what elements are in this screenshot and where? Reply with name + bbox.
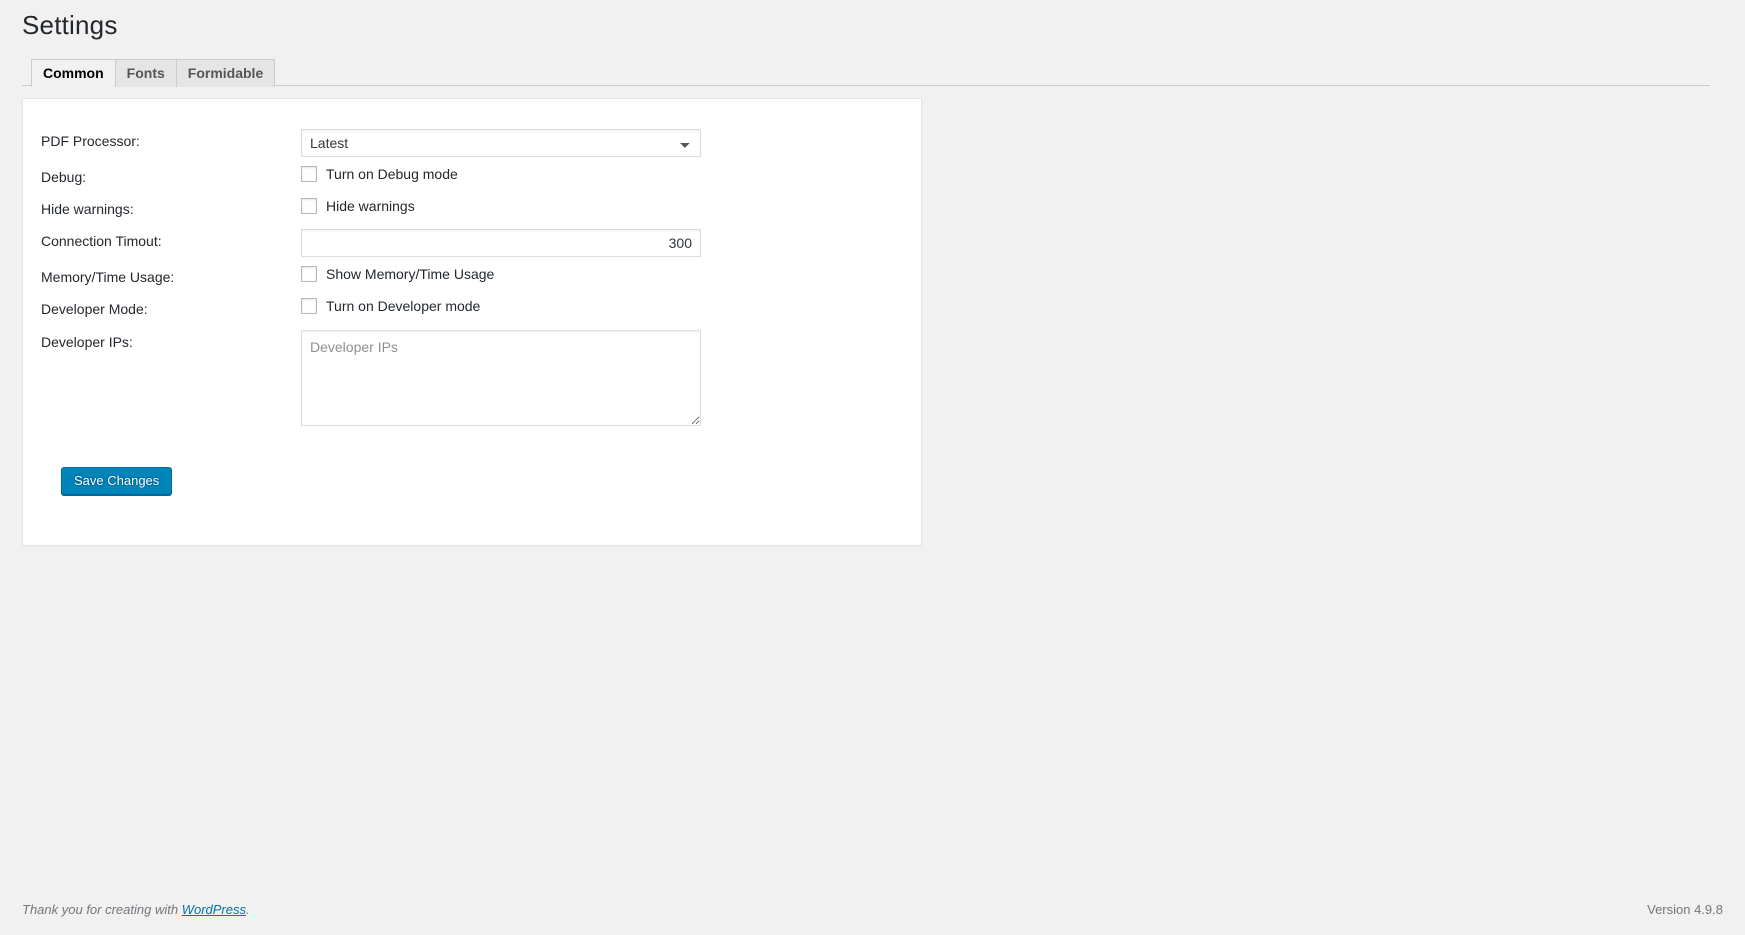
- footer-credit-suffix: .: [246, 902, 250, 917]
- label-developer-ips: Developer IPs:: [41, 333, 133, 350]
- row-connection-timeout: Connection Timout:: [41, 225, 901, 261]
- footer-credit-prefix: Thank you for creating with: [22, 902, 182, 917]
- tab-fonts[interactable]: Fonts: [114, 58, 177, 87]
- debug-checkbox-label[interactable]: Turn on Debug mode: [301, 165, 458, 183]
- label-debug: Debug:: [41, 168, 87, 185]
- wordpress-link[interactable]: WordPress: [182, 902, 246, 917]
- debug-checkbox-text: Turn on Debug mode: [326, 165, 458, 182]
- hide-warnings-checkbox[interactable]: [301, 198, 317, 215]
- memory-time-usage-checkbox-text: Show Memory/Time Usage: [326, 266, 495, 283]
- save-changes-button[interactable]: Save Changes: [61, 466, 173, 495]
- settings-form: PDF Processor: Latest Debug: Turn on Deb…: [23, 99, 921, 515]
- row-developer-mode: Developer Mode: Turn on Developer mode: [41, 293, 901, 325]
- footer-credit: Thank you for creating with WordPress.: [22, 902, 250, 917]
- developer-ips-textarea[interactable]: [301, 329, 701, 426]
- developer-mode-checkbox-text: Turn on Developer mode: [326, 298, 481, 315]
- field-developer-mode: Turn on Developer mode: [301, 293, 901, 325]
- label-pdf-processor: PDF Processor:: [41, 132, 140, 149]
- row-pdf-processor: PDF Processor: Latest: [41, 125, 901, 161]
- row-debug: Debug: Turn on Debug mode: [41, 161, 901, 193]
- settings-panel: PDF Processor: Latest Debug: Turn on Deb…: [22, 97, 922, 546]
- settings-tabs: Common Fonts Formidable: [22, 58, 1710, 87]
- row-hide-warnings: Hide warnings: Hide warnings: [41, 193, 901, 225]
- page-title: Settings: [22, 10, 118, 40]
- settings-form-table: PDF Processor: Latest Debug: Turn on Deb…: [41, 125, 901, 434]
- page-wrap: Settings Common Fonts Formidable PDF Proce…: [0, 0, 1745, 546]
- field-debug: Turn on Debug mode: [301, 161, 901, 193]
- field-connection-timeout: [301, 225, 901, 261]
- hide-warnings-checkbox-label[interactable]: Hide warnings: [301, 197, 415, 215]
- admin-footer: Thank you for creating with WordPress. V…: [0, 891, 1745, 935]
- debug-checkbox[interactable]: [301, 165, 317, 182]
- hide-warnings-checkbox-text: Hide warnings: [326, 197, 415, 214]
- label-developer-mode: Developer Mode:: [41, 301, 148, 318]
- pdf-processor-select[interactable]: Latest: [301, 128, 701, 157]
- field-pdf-processor: Latest: [301, 125, 901, 161]
- footer-version: Version 4.9.8: [1647, 902, 1723, 917]
- field-memory-time-usage: Show Memory/Time Usage: [301, 261, 901, 293]
- field-hide-warnings: Hide warnings: [301, 193, 901, 225]
- row-developer-ips: Developer IPs:: [41, 326, 901, 434]
- field-developer-ips: [301, 326, 901, 434]
- developer-mode-checkbox[interactable]: [301, 298, 317, 315]
- tab-common[interactable]: Common: [31, 58, 116, 87]
- connection-timeout-input[interactable]: [301, 229, 701, 258]
- submit-area: Save Changes: [41, 434, 901, 495]
- tab-formidable[interactable]: Formidable: [175, 58, 276, 87]
- label-connection-timeout: Connection Timout:: [41, 233, 162, 250]
- memory-time-usage-checkbox[interactable]: [301, 266, 317, 283]
- label-memory-time-usage: Memory/Time Usage:: [41, 269, 175, 286]
- row-memory-time-usage: Memory/Time Usage: Show Memory/Time Usag…: [41, 261, 901, 293]
- memory-time-usage-checkbox-label[interactable]: Show Memory/Time Usage: [301, 265, 494, 283]
- developer-mode-checkbox-label[interactable]: Turn on Developer mode: [301, 297, 480, 315]
- label-hide-warnings: Hide warnings:: [41, 200, 134, 217]
